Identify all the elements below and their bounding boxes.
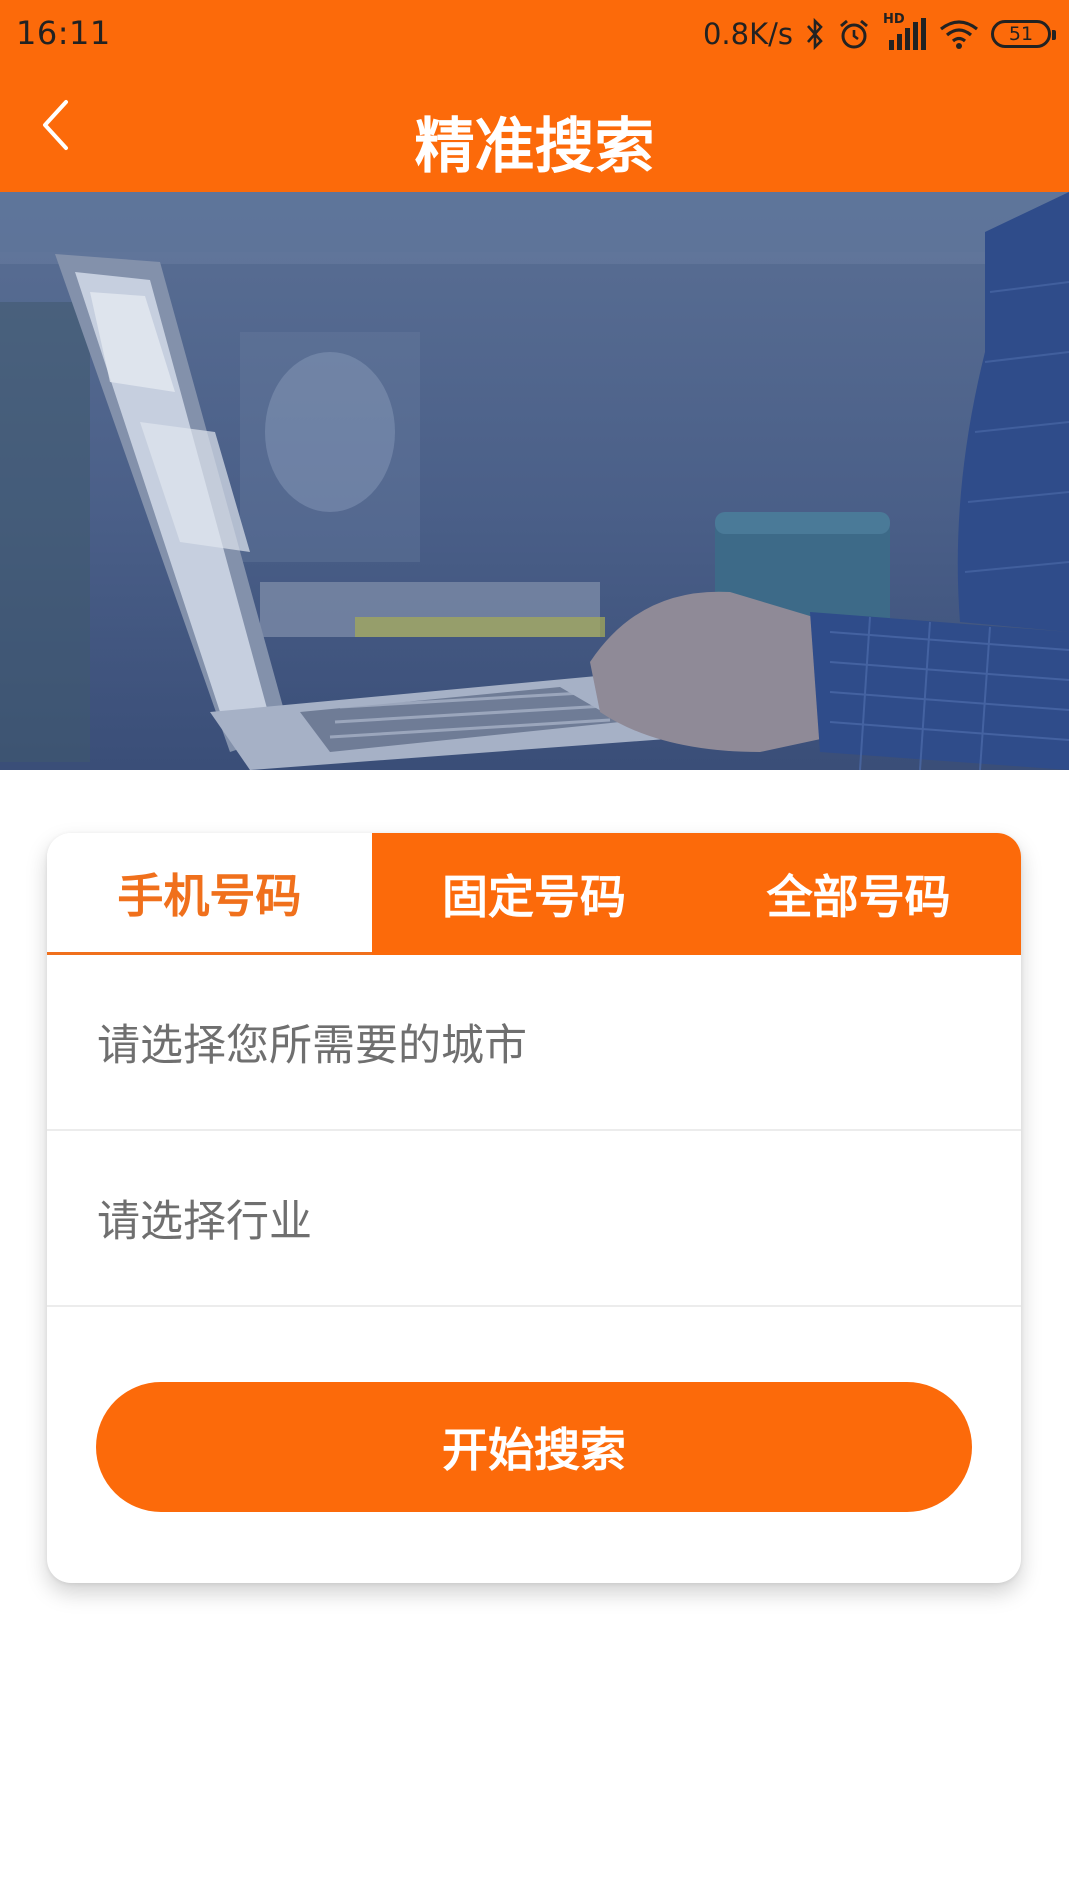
signal-icon: HD	[883, 12, 927, 52]
wifi-icon	[939, 17, 979, 51]
page-title: 精准搜索	[414, 112, 655, 182]
industry-select-field[interactable]: 请选择行业	[47, 1131, 1021, 1307]
tab-landline[interactable]: 固定号码	[371, 833, 697, 955]
city-select-placeholder: 请选择您所需要的城市	[97, 1021, 527, 1071]
start-search-button[interactable]: 开始搜索	[96, 1382, 972, 1512]
search-card: 手机号码 固定号码 全部号码 请选择您所需要的城市 请选择行业 开始搜索	[47, 833, 1021, 1583]
battery-level: 51	[1008, 23, 1034, 45]
status-bar-right: 0.8K/s HD 51	[702, 10, 1056, 58]
tab-mobile[interactable]: 手机号码	[47, 833, 372, 955]
tab-all[interactable]: 全部号码	[696, 833, 1021, 955]
number-type-tabs: 手机号码 固定号码 全部号码	[47, 833, 1021, 955]
start-search-label: 开始搜索	[442, 1423, 626, 1477]
laptop-photo-illustration	[0, 192, 1069, 770]
city-select-field[interactable]: 请选择您所需要的城市	[47, 955, 1021, 1131]
network-speed: 0.8K/s	[702, 17, 793, 51]
alarm-icon	[837, 17, 871, 51]
hero-image	[0, 192, 1069, 770]
industry-select-placeholder: 请选择行业	[97, 1197, 312, 1247]
battery-icon: 51	[991, 20, 1056, 48]
status-time: 16:11	[16, 14, 111, 52]
bluetooth-icon	[805, 17, 825, 51]
app-header: 16:11 0.8K/s HD 51 精准搜索	[0, 0, 1069, 192]
